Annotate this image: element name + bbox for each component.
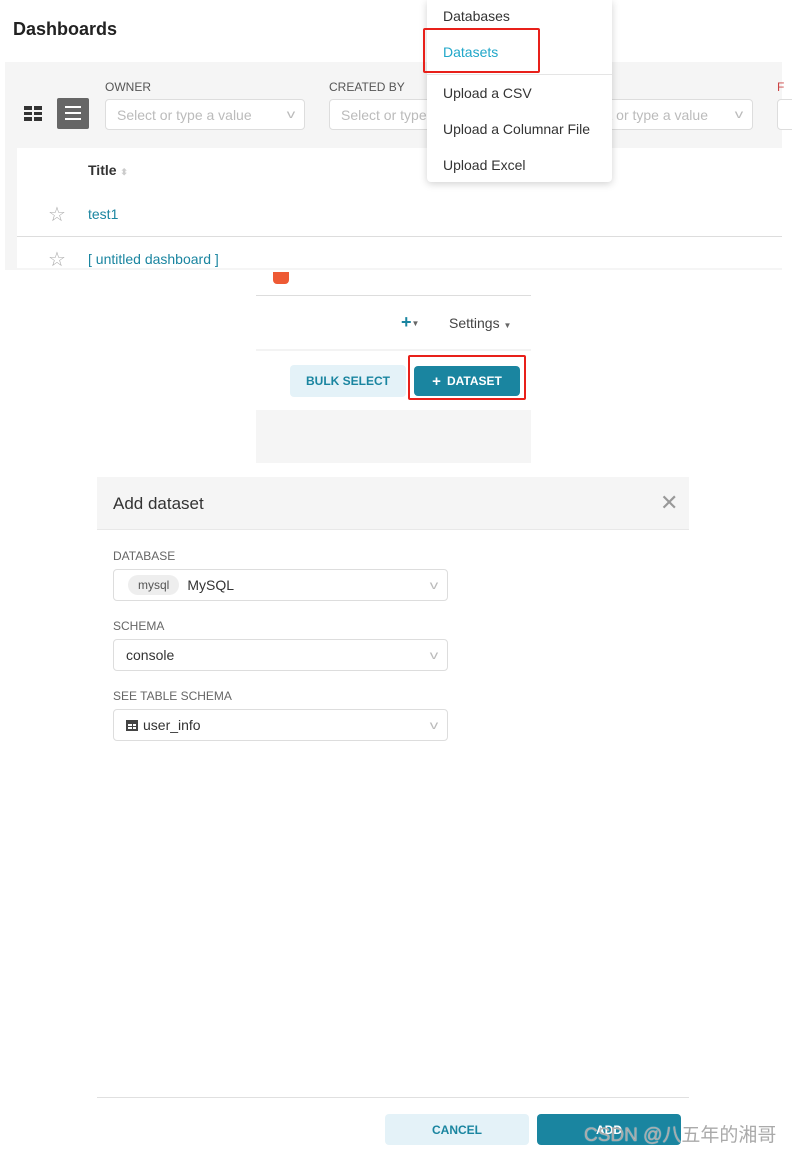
plus-menu-button[interactable]: +▼ [401,312,419,333]
favorite-star-icon[interactable]: ☆ [48,247,66,272]
chevron-down-icon: v [286,107,296,121]
plus-icon: + [401,312,412,332]
database-select[interactable]: mysql MySQL v [113,569,448,601]
cancel-button[interactable]: CANCEL [385,1114,529,1145]
close-icon[interactable]: ✕ [660,490,678,516]
menu-item-upload-excel[interactable]: Upload Excel [443,157,526,173]
database-value: MySQL [187,577,235,593]
database-label: DATABASE [113,549,176,563]
created-by-label: CREATED BY [329,80,405,94]
menu-item-upload-csv[interactable]: Upload a CSV [443,85,532,101]
sort-icon: ⬍ [120,167,128,177]
title-column-header[interactable]: Title ⬍ [88,162,128,178]
table-select[interactable]: user_info v [113,709,448,741]
grid-view-toggle[interactable] [24,106,42,121]
chevron-down-icon: v [429,648,439,662]
list-view-toggle[interactable] [57,98,89,129]
annotation-highlight-box [408,355,526,400]
schema-select[interactable]: console v [113,639,448,671]
menu-divider [427,74,612,75]
annotation-highlight-box [423,28,540,73]
schema-label: SCHEMA [113,619,165,633]
chevron-down-icon: v [429,578,439,592]
chevron-down-icon: v [429,718,439,732]
menu-item-upload-columnar[interactable]: Upload a Columnar File [443,121,590,137]
dashboard-link[interactable]: test1 [88,206,118,222]
modal-title: Add dataset [113,494,204,513]
toolbar-divider [256,349,531,351]
favorite-star-icon[interactable]: ☆ [48,202,66,227]
table-icon [126,719,138,731]
settings-menu-button[interactable]: Settings ▼ [449,315,511,331]
row-divider [17,236,782,237]
caret-down-icon: ▼ [411,318,420,328]
app-logo-icon [273,272,289,284]
owner-placeholder: Select or type a value [117,107,252,123]
owner-label: OWNER [105,80,151,94]
dashboard-link[interactable]: [ untitled dashboard ] [88,251,219,267]
chevron-down-icon: v [734,107,744,121]
fourth-filter-label: F [777,80,785,94]
database-tag: mysql [128,575,180,595]
menu-item-databases[interactable]: Databases [443,8,510,24]
watermark: CSDN @八五年的湘哥 [584,1125,777,1146]
caret-down-icon: ▼ [503,321,512,330]
dashboard-table [17,148,782,268]
settings-label: Settings [449,315,500,331]
content-area [256,410,531,463]
modal-footer-divider [97,1097,689,1098]
header-divider [256,295,531,296]
table-value: user_info [143,717,201,733]
title-header-label: Title [88,162,117,178]
page-title: Dashboards [13,19,118,39]
table-schema-label: SEE TABLE SCHEMA [113,689,232,703]
schema-value: console [126,647,175,663]
owner-select[interactable]: Select or type a value v [105,99,305,130]
fourth-filter-select[interactable] [777,99,792,130]
bulk-select-button[interactable]: BULK SELECT [290,365,406,397]
